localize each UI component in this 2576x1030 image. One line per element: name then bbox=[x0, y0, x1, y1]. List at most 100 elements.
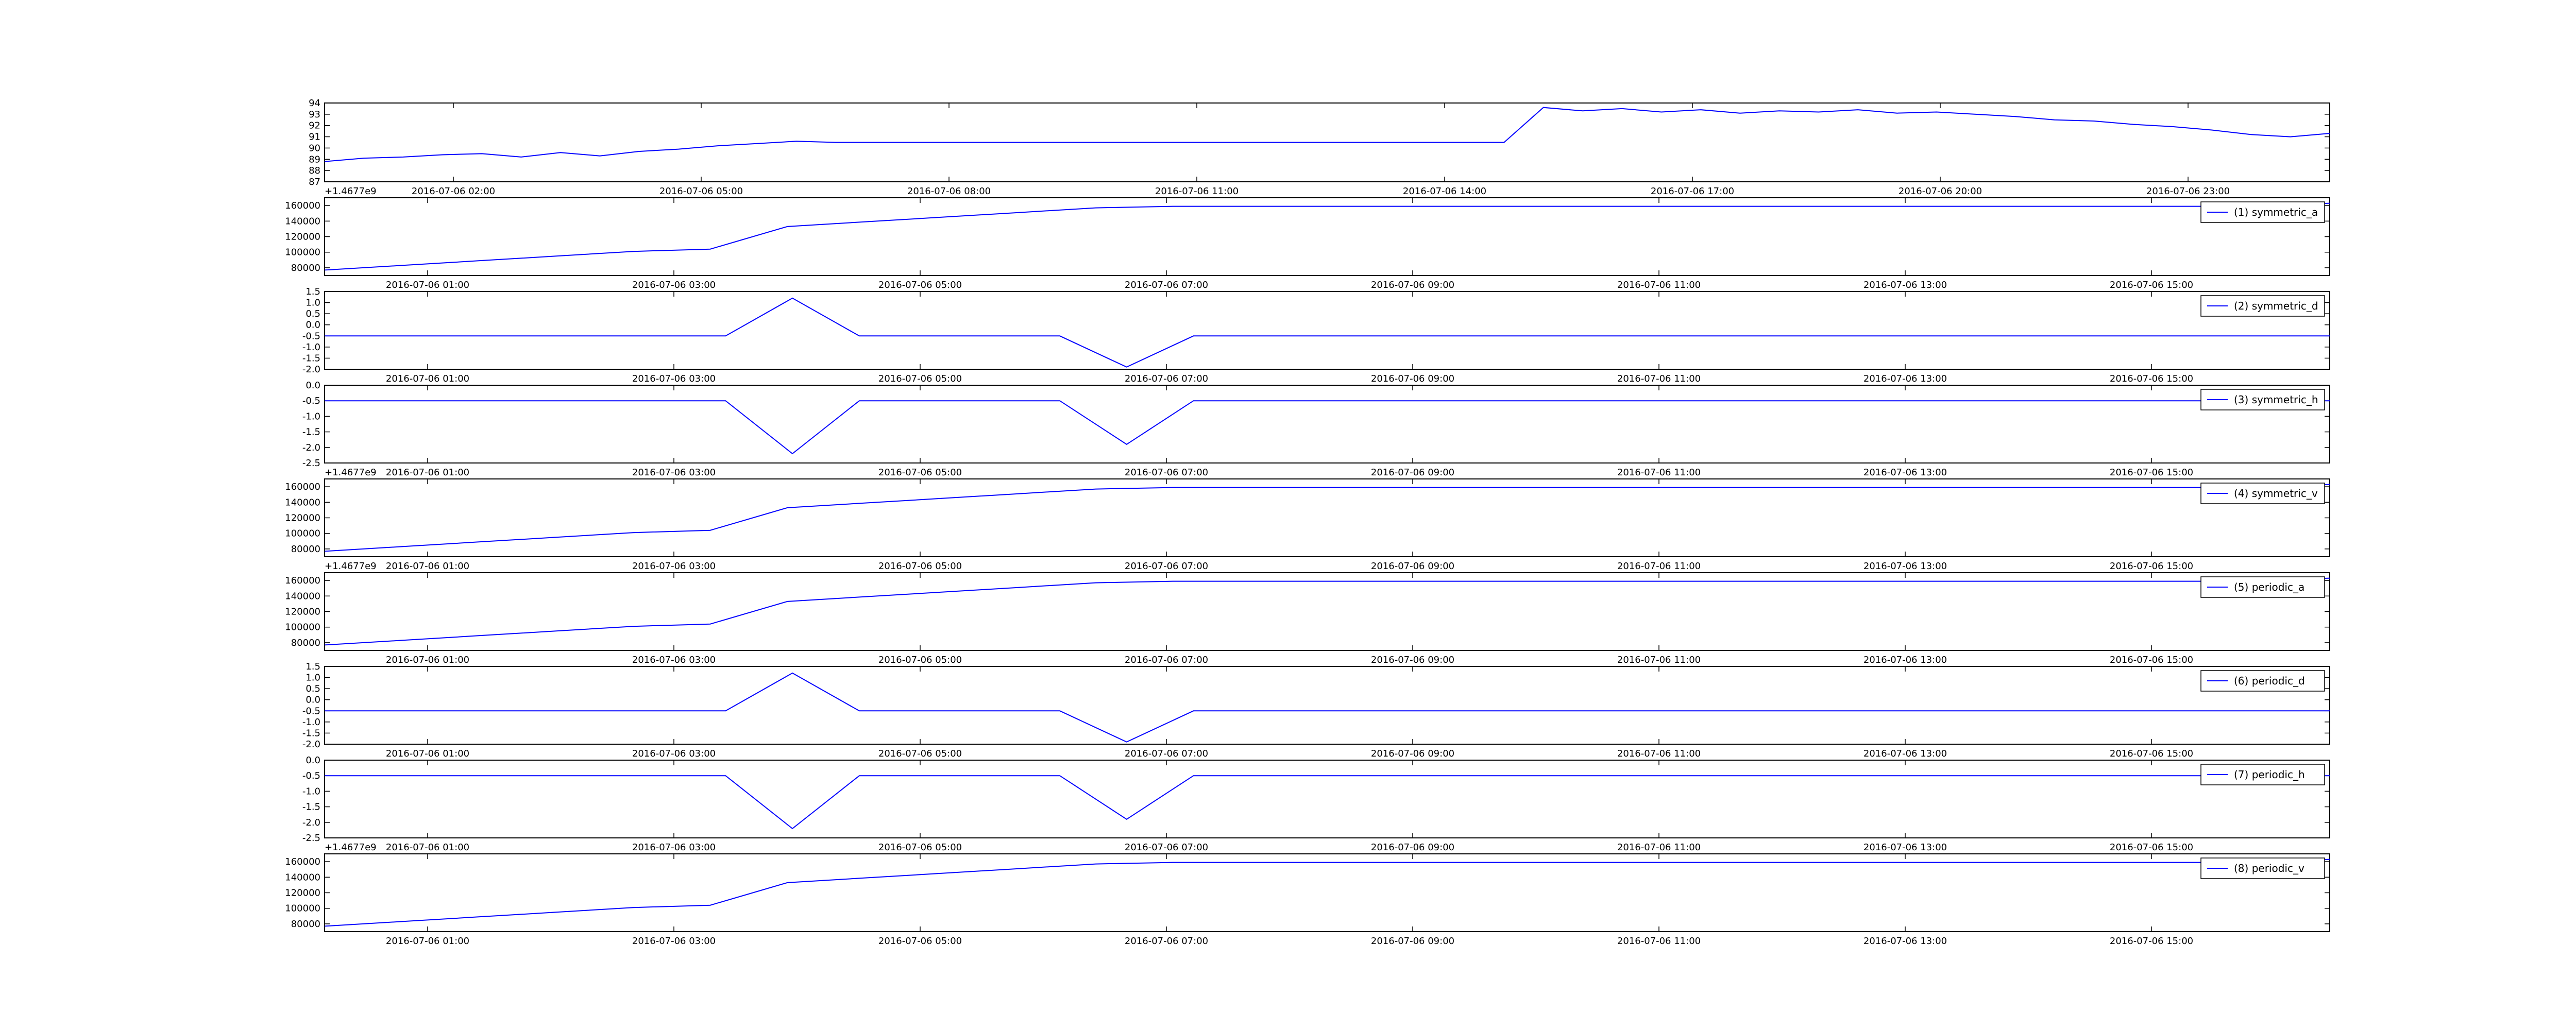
x-tick-label: 2016-07-06 02:00 bbox=[412, 186, 495, 197]
x-tick-label: 2016-07-06 11:00 bbox=[1617, 936, 1701, 947]
x-tick-label: 2016-07-06 17:00 bbox=[1651, 186, 1734, 197]
y-tick-label: -1.5 bbox=[302, 728, 320, 739]
x-tick-label: 2016-07-06 03:00 bbox=[632, 467, 716, 478]
x-tick-label: 2016-07-06 13:00 bbox=[1863, 936, 1947, 947]
x-tick-label: 2016-07-06 07:00 bbox=[1125, 842, 1208, 853]
x-tick-label: 2016-07-06 05:00 bbox=[878, 655, 962, 665]
y-tick-label: -2.5 bbox=[302, 833, 320, 844]
x-tick-label: 2016-07-06 07:00 bbox=[1125, 280, 1208, 290]
x-offset-text: +1.4677e9 bbox=[325, 842, 377, 853]
x-tick-label: 2016-07-06 01:00 bbox=[386, 561, 469, 572]
legend-label: (3) symmetric_h bbox=[2234, 393, 2318, 406]
x-tick-label: 2016-07-06 05:00 bbox=[878, 373, 962, 384]
legend-label: (5) periodic_a bbox=[2234, 581, 2304, 593]
y-tick-label: -1.0 bbox=[302, 342, 320, 353]
x-tick-label: 2016-07-06 07:00 bbox=[1125, 561, 1208, 572]
plot-frame bbox=[324, 572, 2330, 651]
x-tick-label: 2016-07-06 15:00 bbox=[2110, 655, 2193, 665]
y-tick-label: 87 bbox=[309, 177, 320, 187]
y-tick-label: 88 bbox=[309, 165, 320, 176]
plot-frame bbox=[324, 760, 2330, 838]
y-tick-label: 92 bbox=[309, 121, 320, 131]
y-tick-label: -2.5 bbox=[302, 458, 320, 469]
y-tick-label: 100000 bbox=[285, 528, 320, 539]
y-tick-label: 1.5 bbox=[306, 286, 320, 297]
x-tick-label: 2016-07-06 03:00 bbox=[632, 655, 716, 665]
x-tick-label: 2016-07-06 09:00 bbox=[1371, 748, 1454, 759]
y-tick-label: 160000 bbox=[285, 200, 320, 211]
x-tick-label: 2016-07-06 13:00 bbox=[1863, 280, 1947, 290]
y-tick-label: 1.5 bbox=[306, 661, 320, 672]
x-tick-label: 2016-07-06 15:00 bbox=[2110, 936, 2193, 947]
x-tick-label: 2016-07-06 05:00 bbox=[659, 186, 743, 197]
x-tick-label: 2016-07-06 09:00 bbox=[1371, 842, 1454, 853]
plot-frame bbox=[324, 478, 2330, 557]
y-tick-label: -2.0 bbox=[302, 817, 320, 828]
x-tick-label: 2016-07-06 03:00 bbox=[632, 373, 716, 384]
x-tick-label: 2016-07-06 03:00 bbox=[632, 280, 716, 290]
subplot-7: -2.0-1.5-1.0-0.50.00.51.01.5 2016-07-06 0… bbox=[302, 661, 2330, 759]
x-tick-label: 2016-07-06 07:00 bbox=[1125, 936, 1208, 947]
y-tick-label: -2.0 bbox=[302, 364, 320, 375]
x-tick-label: 2016-07-06 15:00 bbox=[2110, 467, 2193, 478]
y-tick-label: -1.0 bbox=[302, 786, 320, 797]
x-tick-label: 2016-07-06 01:00 bbox=[386, 748, 469, 759]
x-offset-text: +1.4677e9 bbox=[325, 467, 377, 478]
x-tick-label: 2016-07-06 15:00 bbox=[2110, 280, 2193, 290]
x-tick-label: 2016-07-06 07:00 bbox=[1125, 655, 1208, 665]
plot-frame bbox=[324, 853, 2330, 932]
legend-label: (8) periodic_v bbox=[2234, 862, 2304, 874]
subplot-3: -2.0-1.5-1.0-0.50.00.51.01.5 2016-07-06 0… bbox=[302, 286, 2330, 384]
subplot-4: -2.5 -2.0 -1.5 -1.0 -0.5 0.0 2016-07-06 01:00 2… bbox=[302, 380, 2330, 478]
x-tick-label: 2016-07-06 11:00 bbox=[1155, 186, 1239, 197]
y-tick-label: 0.5 bbox=[306, 683, 320, 694]
x-tick-label: 2016-07-06 13:00 bbox=[1863, 655, 1947, 665]
x-tick-label: 2016-07-06 01:00 bbox=[386, 467, 469, 478]
x-tick-label: 2016-07-06 09:00 bbox=[1371, 936, 1454, 947]
y-tick-label: 120000 bbox=[285, 607, 320, 617]
x-tick-label: 2016-07-06 09:00 bbox=[1371, 467, 1454, 478]
x-tick-label: 2016-07-06 08:00 bbox=[907, 186, 991, 197]
x-tick-label: 2016-07-06 05:00 bbox=[878, 280, 962, 290]
y-tick-label: -2.0 bbox=[302, 739, 320, 750]
y-tick-label: 91 bbox=[309, 132, 320, 143]
legend: (6) periodic_d bbox=[2200, 670, 2325, 692]
x-tick-label: 2016-07-06 03:00 bbox=[632, 748, 716, 759]
x-tick-label: 2016-07-06 03:00 bbox=[632, 561, 716, 572]
y-tick-label: -1.0 bbox=[302, 411, 320, 422]
x-tick-label: 2016-07-06 13:00 bbox=[1863, 748, 1947, 759]
x-tick-label: 2016-07-06 20:00 bbox=[1899, 186, 1982, 197]
x-tick-label: 2016-07-06 13:00 bbox=[1863, 373, 1947, 384]
stacked-line-charts-figure: 8788899091929394 2016-07-06 02:00 2016-07-… bbox=[285, 98, 2330, 947]
y-tick-label: 120000 bbox=[285, 232, 320, 243]
x-tick-label: 2016-07-06 13:00 bbox=[1863, 467, 1947, 478]
y-tick-label: 80000 bbox=[291, 544, 320, 555]
y-tick-label: -2.0 bbox=[302, 442, 320, 453]
x-tick-label: 2016-07-06 11:00 bbox=[1617, 561, 1701, 572]
y-tick-label: 89 bbox=[309, 154, 320, 165]
subplot-6: 80000 100000 120000 140000 160000 2016-07-06 … bbox=[285, 572, 2330, 665]
x-tick-label: 2016-07-06 15:00 bbox=[2110, 373, 2193, 384]
subplot-8: -2.5 -2.0 -1.5 -1.0 -0.5 0.0 2016-07-06 01:00 2… bbox=[302, 755, 2330, 853]
x-tick-label: 2016-07-06 07:00 bbox=[1125, 748, 1208, 759]
x-tick-label: 2016-07-06 11:00 bbox=[1617, 373, 1701, 384]
x-tick-label: 2016-07-06 01:00 bbox=[386, 936, 469, 947]
y-tick-label: 160000 bbox=[285, 856, 320, 867]
x-tick-label: 2016-07-06 11:00 bbox=[1617, 748, 1701, 759]
legend: (3) symmetric_h bbox=[2200, 389, 2325, 410]
x-tick-label: 2016-07-06 05:00 bbox=[878, 561, 962, 572]
x-tick-label: 2016-07-06 09:00 bbox=[1371, 373, 1454, 384]
y-tick-label: 90 bbox=[309, 143, 320, 153]
legend-label: (7) periodic_h bbox=[2234, 768, 2305, 781]
subplot-9: 80000 100000 120000 140000 160000 2016-07-06 … bbox=[285, 853, 2330, 947]
y-tick-label: -1.5 bbox=[302, 427, 320, 438]
legend: (5) periodic_a bbox=[2200, 576, 2325, 598]
x-tick-label: 2016-07-06 07:00 bbox=[1125, 467, 1208, 478]
y-tick-label: 0.0 bbox=[306, 755, 320, 766]
x-tick-label: 2016-07-06 23:00 bbox=[2146, 186, 2230, 197]
x-tick-label: 2016-07-06 05:00 bbox=[878, 842, 962, 853]
subplot-1: 8788899091929394 2016-07-06 02:00 2016-07-… bbox=[309, 98, 2330, 197]
y-tick-label: 0.0 bbox=[306, 380, 320, 391]
y-tick-label: 80000 bbox=[291, 638, 320, 648]
y-tick-label: 160000 bbox=[285, 575, 320, 586]
